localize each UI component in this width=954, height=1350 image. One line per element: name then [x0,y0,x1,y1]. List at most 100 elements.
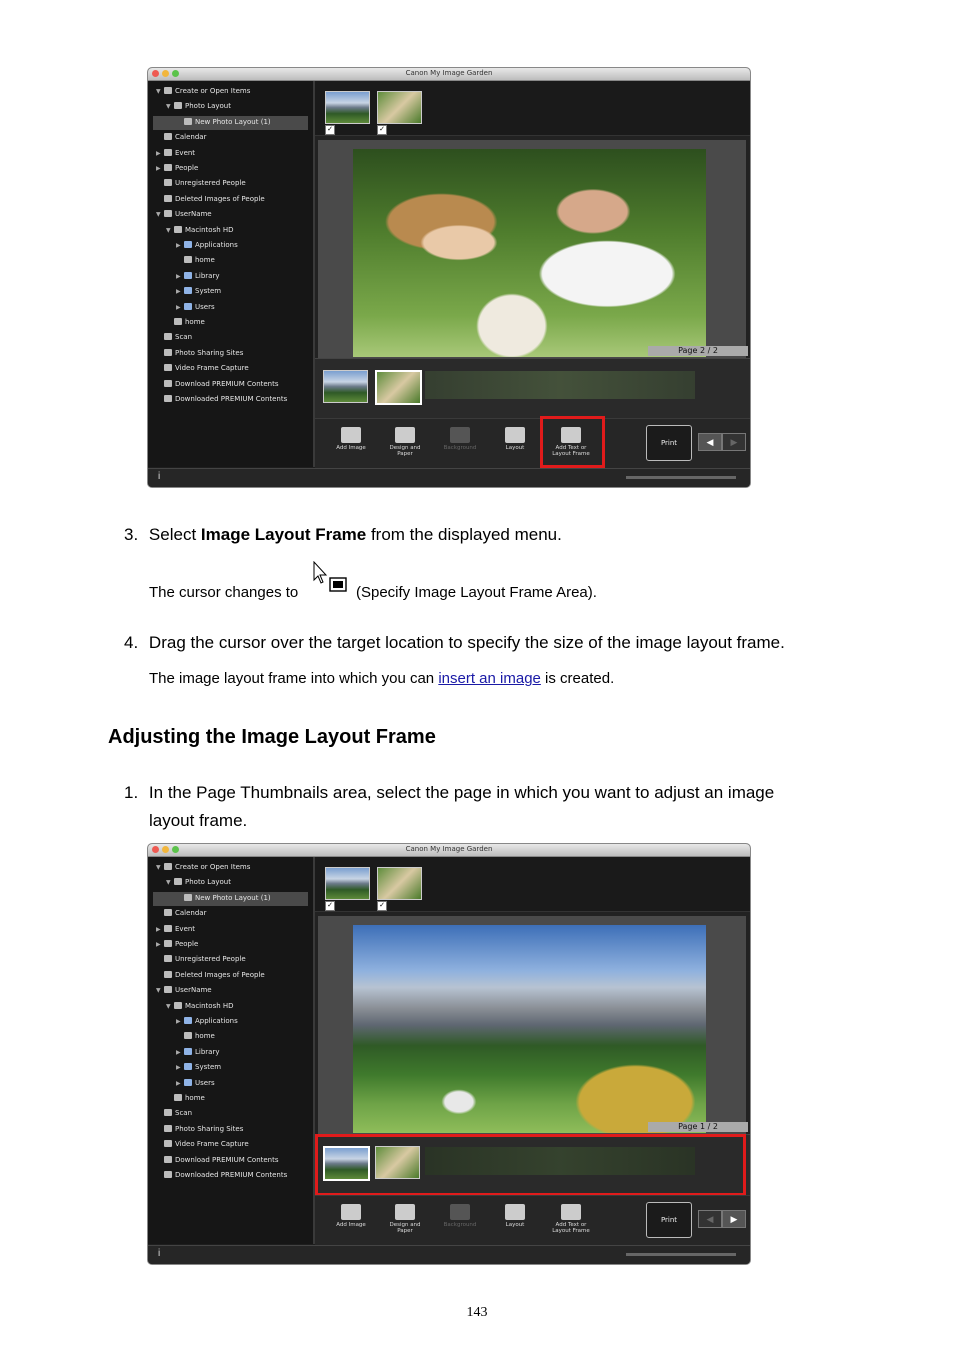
sidebar-item[interactable]: ▶ Applications [176,239,238,252]
sidebar-item[interactable]: Video Frame Capture [156,362,249,375]
sidebar-item[interactable]: ▼ UserName [156,208,212,221]
sidebar-item[interactable]: ▶ Library [176,1046,219,1059]
sidebar-item[interactable]: ▶ System [176,1061,221,1074]
next-page-button[interactable]: ▶ [722,1210,746,1228]
sidebar-item[interactable]: Video Frame Capture [156,1138,249,1151]
insert-image-link[interactable]: insert an image [438,670,541,687]
disclosure-triangle-icon[interactable]: ▶ [176,239,184,252]
sidebar-item[interactable]: Downloaded PREMIUM Contents [156,1169,287,1182]
prev-page-button[interactable]: ◀ [698,1210,722,1228]
disclosure-triangle-icon[interactable]: ▶ [176,1015,184,1028]
sidebar-item[interactable]: ▼ Create or Open Items [156,861,250,874]
sidebar-item[interactable]: Unregistered People [156,953,246,966]
disclosure-triangle-icon[interactable]: ▶ [156,938,164,951]
sidebar-item[interactable]: home [166,316,205,329]
photo-father-daughter[interactable] [353,149,706,357]
disclosure-triangle-icon[interactable]: ▼ [166,876,174,889]
thumb-checkbox[interactable]: ✓ [377,125,387,135]
background-button[interactable]: Background [438,427,482,451]
sidebar-item[interactable]: ▼ Macintosh HD [166,224,234,237]
sidebar-item[interactable]: Download PREMIUM Contents [156,1154,279,1167]
next-page-button[interactable]: ▶ [722,433,746,451]
sidebar-item[interactable]: ▶ Users [176,1077,215,1090]
thumb-checkbox[interactable]: ✓ [325,125,335,135]
prev-page-button[interactable]: ◀ [698,433,722,451]
sidebar-item[interactable]: ▶ System [176,285,221,298]
info-icon[interactable]: i [158,1248,160,1259]
sidebar-item[interactable]: Scan [156,331,192,344]
sidebar-item[interactable]: Downloaded PREMIUM Contents [156,393,287,406]
sidebar-item[interactable]: Unregistered People [156,177,246,190]
sidebar-item[interactable]: ▶ Event [156,923,195,936]
disclosure-triangle-icon[interactable]: ▶ [176,301,184,314]
thumb-family[interactable] [377,867,422,900]
disclosure-triangle-icon[interactable]: ▼ [156,861,164,874]
zoom-slider[interactable] [626,476,736,479]
design-paper-button[interactable]: Design and Paper [383,1204,427,1234]
sidebar-item[interactable]: ▶ Applications [176,1015,238,1028]
item-icon [164,986,172,994]
print-button[interactable]: Print [646,425,692,461]
disclosure-triangle-icon[interactable]: ▶ [176,1046,184,1059]
disclosure-triangle-icon[interactable]: ▼ [156,984,164,997]
sidebar-item[interactable]: ▶ People [156,938,198,951]
item-icon [164,1124,172,1132]
info-icon[interactable]: i [158,471,160,482]
sidebar-item[interactable]: Photo Sharing Sites [156,1123,243,1136]
disclosure-triangle-icon[interactable]: ▶ [176,1061,184,1074]
sidebar-item[interactable]: ▼ Create or Open Items [156,85,250,98]
disclosure-triangle-icon[interactable]: ▼ [156,208,164,221]
sidebar-item[interactable]: Download PREMIUM Contents [156,378,279,391]
sidebar-item[interactable]: home [176,1030,215,1043]
design-paper-button[interactable]: Design and Paper [383,427,427,457]
disclosure-triangle-icon[interactable]: ▶ [156,147,164,160]
sidebar-item[interactable]: Deleted Images of People [156,969,265,982]
page-thumb-2[interactable] [375,370,422,405]
sidebar-item[interactable]: Deleted Images of People [156,193,265,206]
sidebar-item[interactable]: Scan [156,1107,192,1120]
sidebar-item[interactable]: ▼ Photo Layout [166,876,231,889]
sidebar-item[interactable]: ▶ Library [176,270,219,283]
thumb-mountain[interactable] [325,867,370,900]
zoom-slider[interactable] [626,1253,736,1256]
sidebar-item[interactable]: home [176,254,215,267]
print-button[interactable]: Print [646,1202,692,1238]
sidebar-item[interactable]: New Photo Layout (1) [176,892,271,905]
step-4-text: Drag the cursor over the target location… [148,633,785,652]
sidebar-item[interactable]: ▶ Event [156,147,195,160]
page-thumb-1[interactable] [323,370,368,403]
sidebar-item-label: UserName [175,986,212,995]
sidebar-item[interactable]: Calendar [156,131,206,144]
photo-mountain-landscape[interactable] [353,925,706,1133]
thumb-checkbox[interactable]: ✓ [377,901,387,911]
disclosure-triangle-icon[interactable]: ▶ [176,270,184,283]
thumb-checkbox[interactable]: ✓ [325,901,335,911]
disclosure-triangle-icon[interactable]: ▼ [166,100,174,113]
sidebar-item[interactable]: ▶ Users [176,301,215,314]
thumb-mountain[interactable] [325,91,370,124]
disclosure-triangle-icon[interactable]: ▶ [156,162,164,175]
disclosure-triangle-icon[interactable]: ▶ [176,1077,184,1090]
add-text-button[interactable]: Add Text or Layout Frame [549,1204,593,1234]
layout-button[interactable]: Layout [493,1204,537,1228]
sidebar-item[interactable]: home [166,1092,205,1105]
design-paper-icon [395,1204,415,1220]
add-image-button[interactable]: Add Image [329,1204,373,1228]
disclosure-triangle-icon[interactable]: ▼ [166,224,174,237]
thumb-family[interactable] [377,91,422,124]
disclosure-triangle-icon[interactable]: ▶ [156,923,164,936]
layout-button[interactable]: Layout [493,427,537,451]
background-button[interactable]: Background [438,1204,482,1228]
disclosure-triangle-icon[interactable]: ▶ [176,285,184,298]
disclosure-triangle-icon[interactable]: ▼ [156,85,164,98]
sidebar-item[interactable]: New Photo Layout (1) [176,116,271,129]
sidebar-item[interactable]: Photo Sharing Sites [156,347,243,360]
sidebar-item[interactable]: ▶ People [156,162,198,175]
sidebar-item[interactable]: ▼ UserName [156,984,212,997]
disclosure-triangle-icon[interactable]: ▼ [166,1000,174,1013]
add-image-button[interactable]: Add Image [329,427,373,451]
sidebar-item[interactable]: ▼ Macintosh HD [166,1000,234,1013]
sidebar-item[interactable]: ▼ Photo Layout [166,100,231,113]
page-label: Page 1 / 2 [648,1122,748,1132]
sidebar-item[interactable]: Calendar [156,907,206,920]
